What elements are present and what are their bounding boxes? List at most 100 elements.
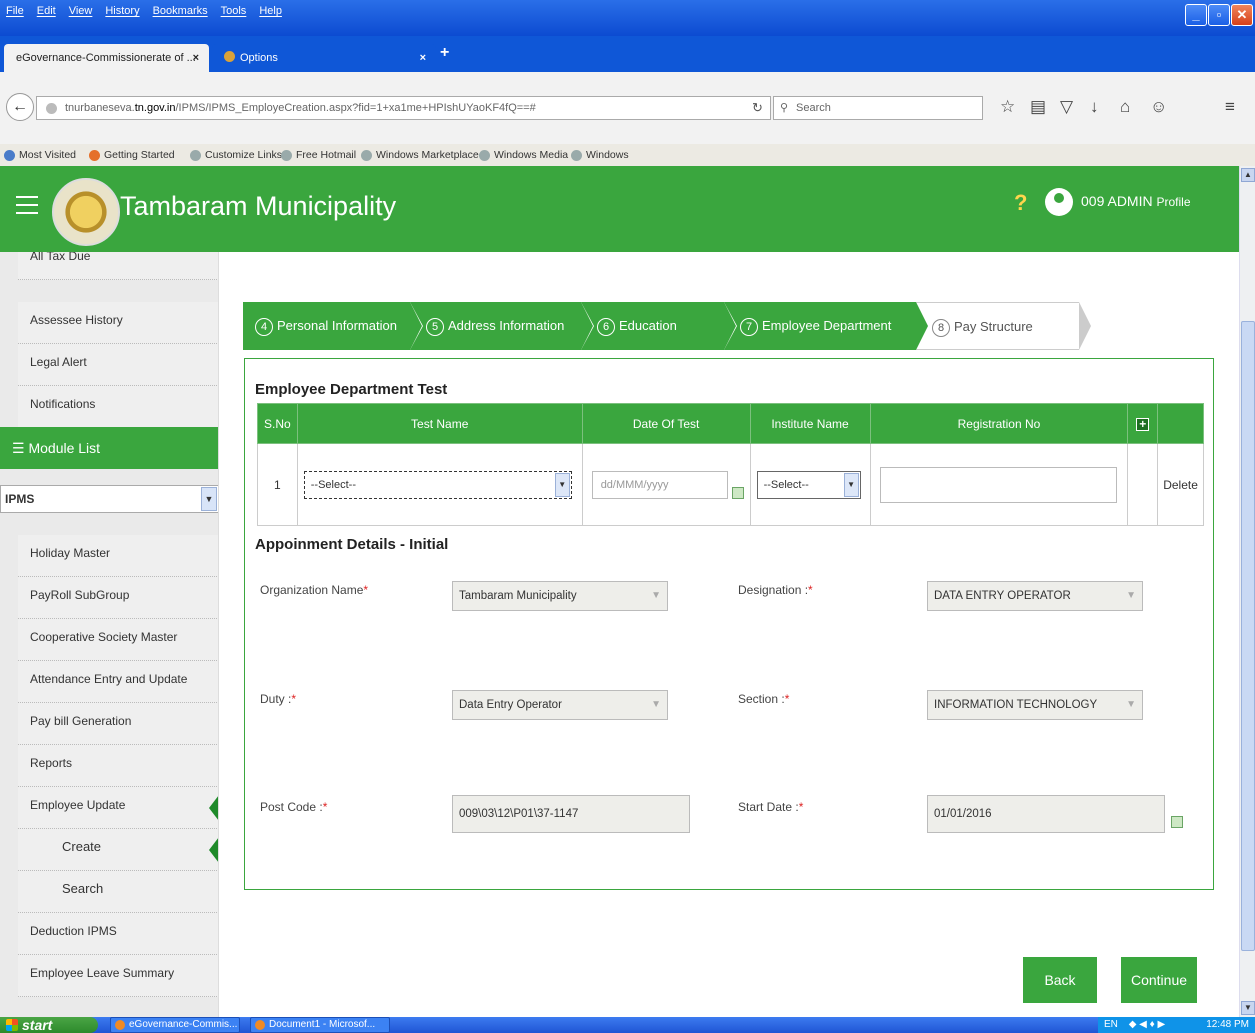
reading-list-icon[interactable]: ▤ [1030,97,1046,117]
required-mark: * [322,800,328,814]
bookmark-label: Getting Started [104,149,175,161]
reload-icon[interactable]: ↻ [752,100,763,116]
sidebar-item-holiday-master[interactable]: Holiday Master [18,535,218,577]
new-tab-button[interactable]: + [440,44,449,62]
delete-link[interactable]: Delete [1163,478,1198,492]
sidebar-item-pay-bill-generation[interactable]: Pay bill Generation [18,703,218,745]
menu-tools[interactable]: Tools [221,5,247,17]
sidebar-item-employee-update[interactable]: Employee Update [18,787,218,829]
sidebar-item-attendance-entry[interactable]: Attendance Entry and Update [18,661,218,703]
sidebar-item-notifications[interactable]: Notifications [18,386,218,428]
bookmark-most-visited[interactable]: Most Visited [4,149,76,161]
menu-edit[interactable]: Edit [37,5,56,17]
bookmark-star-icon[interactable]: ☆ [1000,97,1015,117]
site-info-icon[interactable] [46,103,57,114]
menu-help[interactable]: Help [259,5,282,17]
maximize-button[interactable]: ▫ [1208,4,1230,26]
registration-no-input[interactable] [879,466,1117,503]
section-select[interactable]: INFORMATION TECHNOLOGY ▼ [927,690,1143,720]
taskbar-item-word[interactable]: Document1 - Microsof... [250,1017,390,1033]
menu-view[interactable]: View [69,5,93,17]
sidebar-item-assessee-history[interactable]: Assessee History [18,302,218,344]
profile-link[interactable]: Profile [1156,195,1190,209]
bookmark-windows-media[interactable]: Windows Media [479,149,568,161]
bookmark-windows-marketplace[interactable]: Windows Marketplace [361,149,479,161]
sidebar-item-payroll-subgroup[interactable]: PayRoll SubGroup [18,577,218,619]
bookmark-windows[interactable]: Windows [571,149,629,161]
municipality-emblem-logo [52,178,120,246]
sidebar-item-employee-leave-summary[interactable]: Employee Leave Summary [18,955,218,997]
step-pay-structure-details[interactable]: 8Pay Structure Details [916,302,1091,382]
back-arrow-icon[interactable]: ← [6,93,34,121]
pocket-icon[interactable]: ▽ [1060,97,1073,117]
tab-egovernance[interactable]: eGovernance-Commissionerate of ... × [4,44,209,72]
url-bar[interactable]: tnurbaneseva.tn.gov.in/IPMS/IPMS_Employe… [36,96,771,120]
table-header-row: S.No Test Name Date Of Test Institute Na… [257,403,1204,444]
menu-file[interactable]: File [6,5,24,17]
calendar-icon[interactable] [1171,816,1183,828]
sidebar-item-deduction-ipms[interactable]: Deduction IPMS [18,913,218,955]
continue-button[interactable]: Continue [1121,957,1197,1003]
add-row-icon[interactable]: + [1136,417,1150,431]
step-personal-information[interactable]: 4 Personal Information [243,302,423,350]
scroll-up-icon[interactable]: ▲ [1241,168,1255,182]
sidebar-item-legal-alert[interactable]: Legal Alert [18,344,218,386]
step-education-details[interactable]: 6Education Details [581,302,737,381]
scroll-down-icon[interactable]: ▼ [1241,1001,1255,1015]
sidebar-item-reports[interactable]: Reports [18,745,218,787]
home-icon[interactable]: ⌂ [1120,97,1130,117]
hamburger-menu-icon[interactable]: ≡ [1225,97,1235,117]
date-of-test-input[interactable]: dd/MMM/yyyy [591,470,728,499]
postcode-input[interactable]: 009\03\12\P01\37-1147 [452,795,690,833]
user-avatar-icon[interactable] [1045,188,1073,216]
chevron-down-icon: ▼ [651,590,661,601]
menu-history[interactable]: History [105,5,139,17]
institute-select[interactable]: --Select-- ▼ [756,470,861,499]
chevron-down-icon[interactable]: ▼ [554,472,570,497]
language-indicator[interactable]: EN [1104,1019,1118,1030]
close-tab-icon[interactable]: × [420,44,426,72]
calendar-icon[interactable] [731,486,744,499]
dept-test-table: S.No Test Name Date Of Test Institute Na… [257,403,1204,526]
sidebar-subitem-create[interactable]: Create [18,829,218,871]
hamburger-icon[interactable] [16,196,38,220]
start-button[interactable]: start [0,1017,98,1033]
module-select[interactable]: IPMS ▼ [0,485,218,513]
organization-select[interactable]: Tambaram Municipality ▼ [452,581,668,611]
startdate-input[interactable]: 01/01/2016 [927,795,1165,833]
sidebar-subitem-search[interactable]: Search [18,871,218,913]
sidebar-item-cooperative-society-master[interactable]: Cooperative Society Master [18,619,218,661]
step-employee-department-test[interactable]: 7Employee Department Test [724,302,929,381]
step-number: 7 [740,318,758,336]
browser-search-input[interactable]: ⚲ Search [773,96,983,120]
menu-bookmarks[interactable]: Bookmarks [153,5,208,17]
appointment-title: Appoinment Details - Initial [255,536,449,553]
profile-menu[interactable]: 009 ADMIN Profile [1081,193,1191,209]
bookmark-free-hotmail[interactable]: Free Hotmail [281,149,356,161]
url-domain: tn.gov.in [134,102,176,114]
chevron-down-icon[interactable]: ▼ [843,472,859,497]
sidebar-item-all-tax-due[interactable]: All Tax Due [18,252,218,280]
bookmark-customize-links[interactable]: Customize Links [190,149,282,161]
page-scrollbar[interactable]: ▲ ▼ [1239,166,1255,1017]
hello-icon[interactable]: ☺ [1150,97,1167,117]
chevron-down-icon[interactable]: ▼ [201,487,217,511]
minimize-button[interactable]: _ [1185,4,1207,26]
duty-select[interactable]: Data Entry Operator ▼ [452,690,668,720]
col-test-name: Test Name [296,403,583,444]
help-icon[interactable]: ? [1014,190,1027,216]
downloads-icon[interactable]: ↓ [1090,97,1099,117]
back-button[interactable]: Back [1023,957,1097,1003]
test-name-select[interactable]: --Select-- ▼ [303,470,572,499]
label-text: Start Date : [738,800,799,814]
scroll-thumb[interactable] [1241,321,1255,951]
tab-options[interactable]: Options × [212,44,436,72]
designation-select[interactable]: DATA ENTRY OPERATOR ▼ [927,581,1143,611]
bookmark-getting-started[interactable]: Getting Started [89,149,175,161]
step-address-information[interactable]: 5 Address Information [410,302,594,350]
bookmark-label: Most Visited [19,149,76,161]
close-window-button[interactable]: ✕ [1231,4,1253,26]
tray-icons: ◆ ◀ ♦ ▶ [1128,1019,1166,1030]
close-tab-icon[interactable]: × [193,44,199,72]
taskbar-item-firefox[interactable]: eGovernance-Commis... [110,1017,240,1033]
